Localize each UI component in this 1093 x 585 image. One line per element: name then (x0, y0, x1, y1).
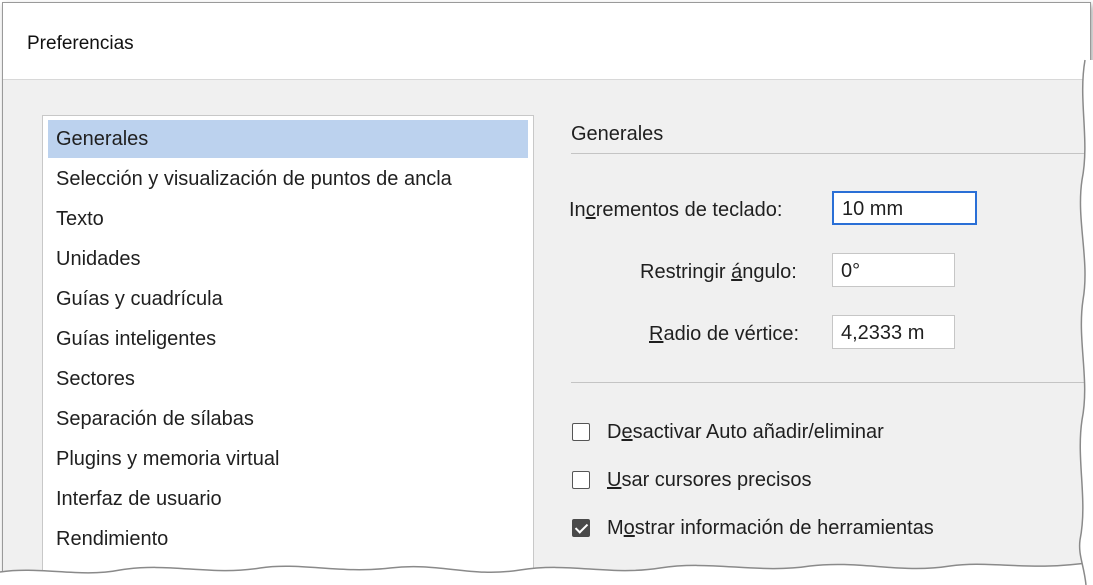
label-part: strar información de herramientas (634, 517, 934, 539)
disable-auto-add-delete-label[interactable]: Desactivar Auto añadir/eliminar (607, 421, 884, 444)
label-part: M (607, 517, 624, 539)
mnemonic-letter: c (585, 199, 596, 221)
category-item-generales[interactable]: Generales (48, 120, 528, 158)
show-tool-tips-checkbox[interactable] (572, 519, 590, 537)
options-divider (571, 382, 1090, 383)
keyboard-increment-label: Incrementos de teclado: (569, 199, 782, 222)
category-list[interactable]: Generales Selección y visualización de p… (42, 115, 534, 581)
label-part: adio de vértice: (663, 323, 800, 345)
label-part: sar cursores precisos (621, 469, 812, 491)
constrain-angle-label: Restringir ángulo: (640, 261, 797, 284)
constrain-angle-input[interactable]: 0° (832, 253, 955, 287)
category-item-guias-cuadricula[interactable]: Guías y cuadrícula (48, 280, 528, 318)
label-part: ngulo: (742, 261, 797, 283)
category-item-separacion-silabas[interactable]: Separación de sílabas (48, 400, 528, 438)
preferences-dialog: Preferencias Generales Selección y visua… (2, 2, 1091, 582)
category-item-sectores[interactable]: Sectores (48, 360, 528, 398)
disable-auto-add-delete-checkbox[interactable] (572, 423, 590, 441)
category-item-interfaz[interactable]: Interfaz de usuario (48, 480, 528, 518)
category-item-texto[interactable]: Texto (48, 200, 528, 238)
category-item-unidades[interactable]: Unidades (48, 240, 528, 278)
corner-radius-input[interactable]: 4,2333 m (832, 315, 955, 349)
title-bar: Preferencias (3, 3, 1090, 80)
mnemonic-letter: o (623, 517, 635, 539)
mnemonic-letter: R (649, 323, 664, 345)
keyboard-increment-input[interactable]: 10 mm (832, 191, 977, 225)
label-part: In (569, 199, 586, 221)
category-item-plugins[interactable]: Plugins y memoria virtual (48, 440, 528, 478)
precise-cursors-label[interactable]: Usar cursores precisos (607, 469, 812, 492)
show-tool-tips-label[interactable]: Mostrar información de herramientas (607, 517, 934, 540)
label-part: D (607, 421, 622, 443)
mnemonic-letter: e (621, 421, 633, 443)
label-part: Restringir (640, 261, 732, 283)
section-title: Generales (571, 123, 664, 145)
precise-cursors-checkbox[interactable] (572, 471, 590, 489)
mnemonic-letter: U (607, 469, 622, 491)
category-item-guias-inteligentes[interactable]: Guías inteligentes (48, 320, 528, 358)
label-part: sactivar Auto añadir/eliminar (632, 421, 884, 443)
mnemonic-letter: á (731, 261, 743, 283)
corner-radius-label: Radio de vértice: (649, 323, 799, 346)
category-item-rendimiento[interactable]: Rendimiento (48, 520, 528, 558)
label-part: rementos de teclado: (595, 199, 783, 221)
window-title: Preferencias (27, 33, 134, 54)
category-item-seleccion[interactable]: Selección y visualización de puntos de a… (48, 160, 528, 198)
section-divider (571, 153, 1090, 154)
